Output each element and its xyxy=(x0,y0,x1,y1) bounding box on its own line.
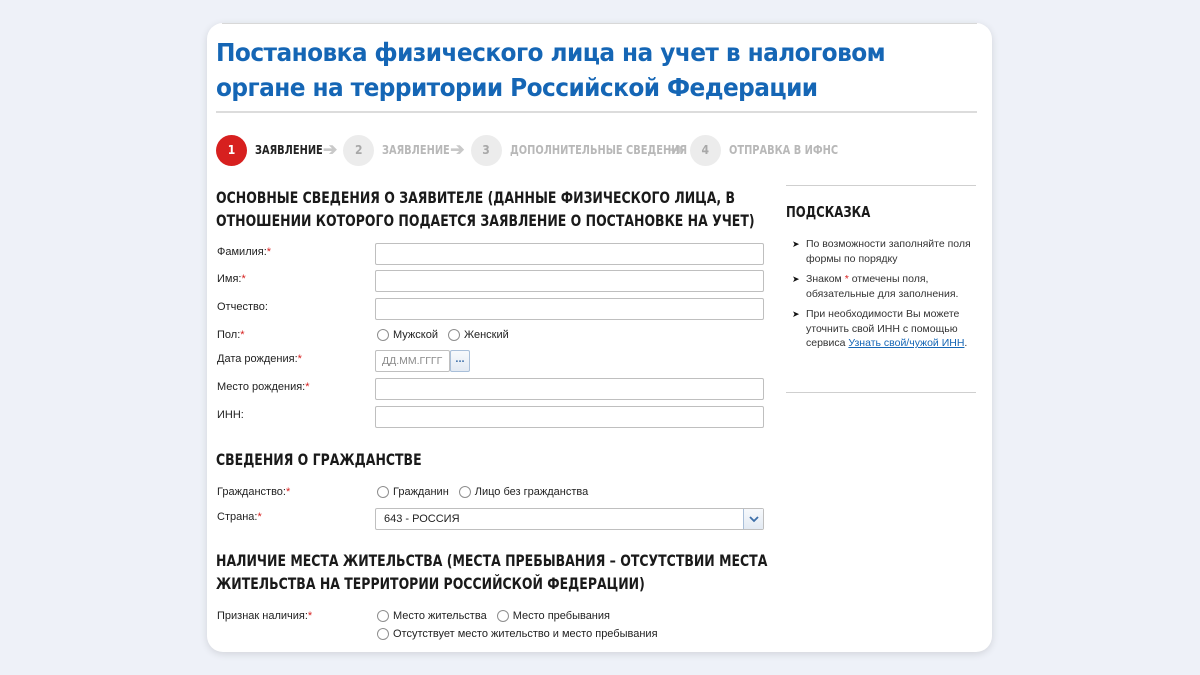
step-arrow-icon: ➔ xyxy=(450,140,465,159)
step-3-number: 3 xyxy=(470,134,502,166)
citizenship-label: Гражданство:* xyxy=(217,486,291,498)
form-card: Постановка физического лица на учет в на… xyxy=(207,23,992,652)
citizenship-radio-group: Гражданин Лицо без гражданства xyxy=(377,486,598,498)
step-1-label: ЗАЯВЛЕНИЕ xyxy=(255,143,323,157)
required-mark: * xyxy=(285,486,291,498)
gender-row: Пол:* Мужской Женский xyxy=(217,326,767,350)
radio-icon xyxy=(458,486,471,498)
patronymic-label: Отчество: xyxy=(217,301,268,313)
name-input[interactable] xyxy=(375,270,764,292)
radio-icon xyxy=(496,610,509,622)
residence-section-title-line1: НАЛИЧИЕ МЕСТА ЖИТЕЛЬСТВА (МЕСТА ПРЕБЫВАН… xyxy=(216,551,768,570)
birthplace-row: Место рождения:* xyxy=(217,378,767,402)
hint-list: ➤ По возможности заполняйте поля формы по… xyxy=(792,237,972,357)
required-mark: * xyxy=(297,353,302,365)
required-mark: * xyxy=(241,273,246,285)
required-mark: * xyxy=(307,610,313,622)
radio-icon xyxy=(377,486,389,498)
surname-input[interactable] xyxy=(375,243,764,265)
residence-none-row: Отсутствует место жительство и место пре… xyxy=(217,625,767,649)
stay-radio[interactable]: Место пребывания xyxy=(496,610,610,622)
residence-section-title-line2: ЖИТЕЛЬСТВА НА ТЕРРИТОРИИ РОССИЙСКОЙ ФЕДЕ… xyxy=(216,574,645,593)
inn-row: ИНН: xyxy=(217,406,767,430)
step-arrow-icon: ➔ xyxy=(323,140,338,159)
patronymic-row: Отчество: xyxy=(217,298,767,322)
name-row: Имя:* xyxy=(217,270,767,294)
birthplace-label: Место рождения:* xyxy=(217,381,310,393)
step-2-number: 2 xyxy=(343,134,375,166)
radio-icon xyxy=(377,610,389,622)
hint-item: ➤ При необходимости Вы можете уточнить св… xyxy=(792,308,968,349)
gender-label: Пол:* xyxy=(217,329,245,341)
stateless-radio[interactable]: Лицо без гражданства xyxy=(458,486,588,498)
step-2-label: ЗАЯВЛЕНИЕ xyxy=(382,143,451,157)
residence-none-group: Отсутствует место жительство и место пре… xyxy=(377,628,668,640)
country-row: Страна:* 643 - РОССИЯ xyxy=(217,508,767,532)
country-select[interactable]: 643 - РОССИЯ xyxy=(375,508,764,530)
inn-input[interactable] xyxy=(375,406,764,428)
residence-sign-label: Признак наличия:* xyxy=(217,610,313,622)
inn-label: ИНН: xyxy=(217,409,244,421)
hint-top-divider xyxy=(786,185,976,186)
patronymic-input[interactable] xyxy=(375,298,764,320)
inn-lookup-link[interactable]: Узнать свой/чужой ИНН xyxy=(848,337,964,349)
birthdate-input[interactable]: ДД.ММ.ГГГГ xyxy=(375,350,450,372)
step-3[interactable]: 3 ДОПОЛНИТЕЛЬНЫЕ СВЕДЕНИЯ xyxy=(470,134,687,166)
residence-radio-group: Место жительства Место пребывания xyxy=(377,610,620,622)
citizen-radio[interactable]: Гражданин xyxy=(377,486,449,498)
country-label: Страна:* xyxy=(217,511,262,523)
applicant-section-title-line2: ОТНОШЕНИИ КОТОРОГО ПОДАЕТСЯ ЗАЯВЛЕНИЕ О … xyxy=(216,211,755,230)
required-mark: * xyxy=(257,511,262,523)
radio-icon xyxy=(377,329,389,341)
step-3-label: ДОПОЛНИТЕЛЬНЫЕ СВЕДЕНИЯ xyxy=(509,143,687,157)
surname-row: Фамилия:* xyxy=(217,243,767,267)
hint-item: ➤ Знаком * отмечены поля, обязательные дл… xyxy=(792,273,959,300)
citizenship-section-title: СВЕДЕНИЯ О ГРАЖДАНСТВЕ xyxy=(216,450,422,469)
hint-item: ➤ По возможности заполняйте поля формы по… xyxy=(792,238,971,265)
required-mark: * xyxy=(305,381,310,393)
birthdate-row: Дата рождения:* ДД.ММ.ГГГГ ... xyxy=(217,350,767,374)
arrow-right-icon: ➤ xyxy=(792,309,800,319)
residence-radio[interactable]: Место жительства xyxy=(377,610,487,622)
birthdate-label: Дата рождения:* xyxy=(217,353,302,365)
step-4[interactable]: 4 ОТПРАВКА В ИФНС xyxy=(689,134,839,166)
step-4-label: ОТПРАВКА В ИФНС xyxy=(728,143,838,157)
gender-radio-group: Мужской Женский xyxy=(377,329,519,341)
step-1[interactable]: 1 ЗАЯВЛЕНИЕ xyxy=(216,134,323,166)
surname-label: Фамилия:* xyxy=(217,246,272,258)
step-4-number: 4 xyxy=(689,134,721,166)
arrow-right-icon: ➤ xyxy=(792,274,800,284)
hint-title: ПОДСКАЗКА xyxy=(786,203,871,221)
chevron-down-icon[interactable] xyxy=(743,509,763,529)
step-1-number: 1 xyxy=(216,134,247,166)
country-select-value: 643 - РОССИЯ xyxy=(384,513,460,525)
page-title: Постановка физического лица на учет в на… xyxy=(216,38,886,102)
citizenship-row: Гражданство:* Гражданин Лицо без граждан… xyxy=(217,483,767,507)
required-mark: * xyxy=(266,246,272,258)
step-2[interactable]: 2 ЗАЯВЛЕНИЕ xyxy=(343,134,451,166)
radio-icon xyxy=(377,628,389,640)
no-residence-radio[interactable]: Отсутствует место жительство и место пре… xyxy=(377,628,658,640)
applicant-section-title-line1: ОСНОВНЫЕ СВЕДЕНИЯ О ЗАЯВИТЕЛЕ (ДАННЫЕ ФИ… xyxy=(216,188,736,207)
required-mark: * xyxy=(240,329,245,341)
name-label: Имя:* xyxy=(217,273,246,285)
calendar-button[interactable]: ... xyxy=(450,350,470,372)
radio-icon xyxy=(447,329,460,341)
top-divider xyxy=(222,23,977,24)
gender-female-radio[interactable]: Женский xyxy=(447,329,509,341)
arrow-right-icon: ➤ xyxy=(792,239,800,249)
wizard-steps: 1 ЗАЯВЛЕНИЕ ➔ 2 ЗАЯВЛЕНИЕ ➔ 3 ДОПОЛНИТЕЛ… xyxy=(216,134,839,166)
hint-bottom-divider xyxy=(786,392,976,393)
title-divider xyxy=(216,111,977,113)
gender-male-radio[interactable]: Мужской xyxy=(377,329,438,341)
birthplace-input[interactable] xyxy=(375,378,764,400)
